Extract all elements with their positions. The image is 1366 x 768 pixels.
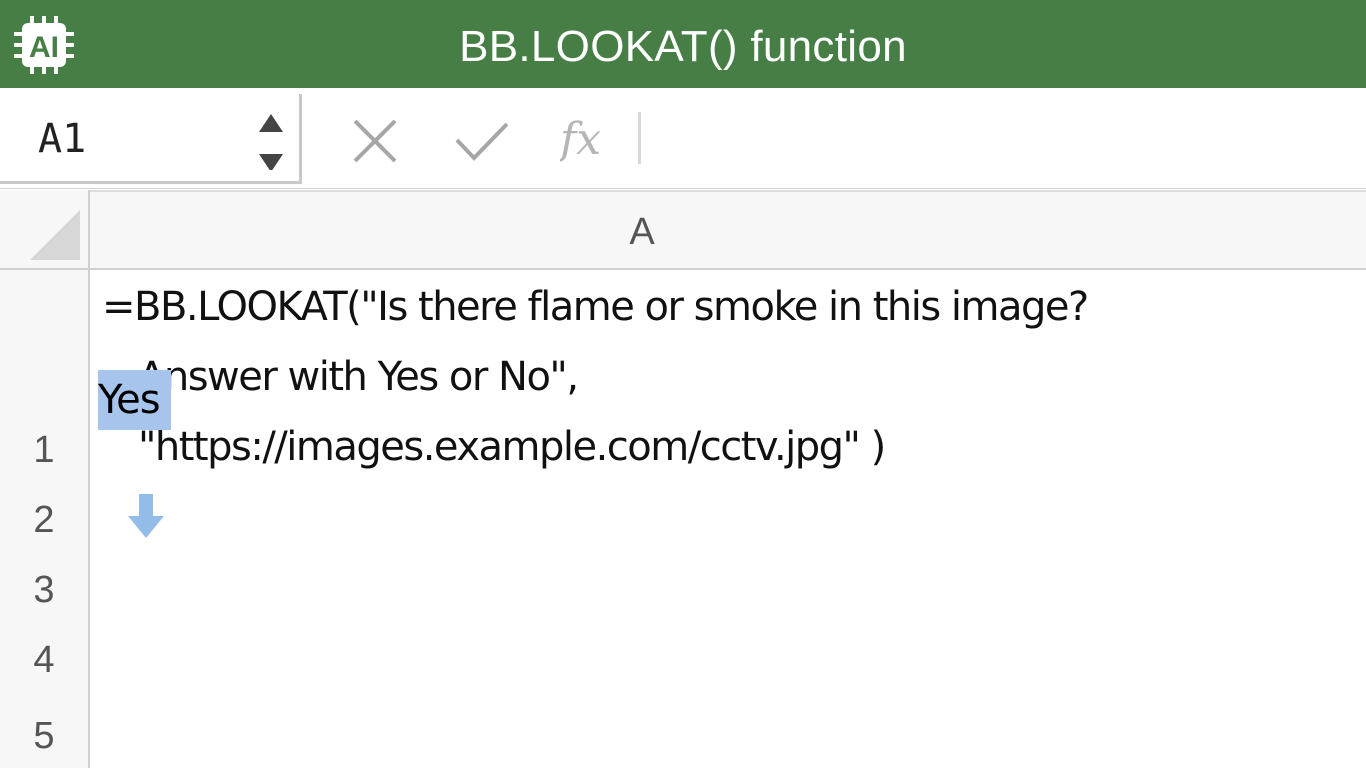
spreadsheet-grid: A 1 2 3 4 5 =BB.LOOKAT("Is there flame o…: [0, 190, 1366, 768]
row-header-1[interactable]: 1: [0, 270, 90, 484]
row-header-4[interactable]: 4: [0, 622, 90, 694]
window-title: BB.LOOKAT() function: [459, 22, 907, 71]
cell-b4[interactable]: [1194, 622, 1366, 694]
spinner-up-icon: [259, 114, 283, 132]
cell-a5[interactable]: [90, 692, 1196, 768]
formula-line-2: Answer with Yes or No",: [138, 354, 579, 400]
formula-bar: A1: [0, 88, 1366, 189]
result-value-yes: Yes: [98, 370, 171, 430]
formula-line-3: "https://images.example.com/cctv.jpg" ): [138, 424, 886, 470]
name-box-value: A1: [38, 116, 87, 162]
row-header-2[interactable]: 2: [0, 482, 90, 554]
name-box[interactable]: A1: [0, 94, 302, 184]
cell-b3[interactable]: [1194, 552, 1366, 624]
svg-text:ƒx: ƒx: [560, 114, 601, 165]
title-bar: AI BB.LOOKAT() function: [0, 0, 1366, 88]
down-arrow-icon: [128, 492, 164, 550]
cell-a4[interactable]: [90, 622, 1196, 694]
checkmark-icon[interactable]: [454, 120, 510, 167]
cell-a3[interactable]: [90, 552, 1196, 624]
column-header-a[interactable]: A: [90, 190, 1196, 270]
column-header-b[interactable]: [1194, 190, 1366, 270]
close-icon[interactable]: [352, 118, 398, 169]
row-header-5[interactable]: 5: [0, 692, 90, 768]
cell-a2[interactable]: [90, 482, 1196, 554]
cell-a1[interactable]: =BB.LOOKAT("Is there flame or smoke in t…: [90, 270, 1196, 484]
row-header-3[interactable]: 3: [0, 552, 90, 624]
spinner-down-icon: [259, 154, 283, 172]
name-box-spinner[interactable]: [256, 110, 286, 172]
fx-icon[interactable]: ƒx: [551, 110, 620, 175]
select-all-corner[interactable]: [0, 190, 90, 270]
cell-b1[interactable]: [1194, 270, 1366, 484]
formula-line-1: =BB.LOOKAT("Is there flame or smoke in t…: [102, 284, 1089, 330]
formula-separator: [638, 112, 641, 164]
cell-b5[interactable]: [1194, 692, 1366, 768]
cell-b2[interactable]: [1194, 482, 1366, 554]
